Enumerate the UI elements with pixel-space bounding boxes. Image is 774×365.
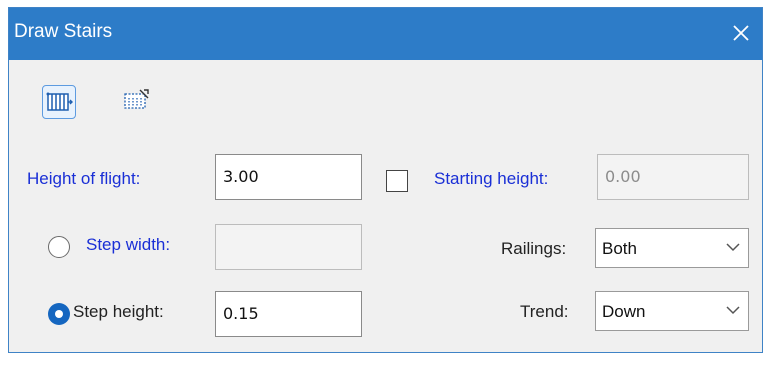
- starting-height-input[interactable]: 0.00: [597, 154, 749, 200]
- step-width-radio[interactable]: [48, 236, 70, 258]
- chevron-down-icon: [726, 243, 740, 252]
- starting-height-label: Starting height:: [434, 169, 549, 188]
- step-height-label: Step height:: [73, 302, 164, 321]
- stairs-from-points-tool-button[interactable]: [120, 85, 154, 119]
- window-title: Draw Stairs: [14, 21, 113, 42]
- stairs-from-points-icon: [124, 89, 149, 109]
- step-height-radio[interactable]: [48, 303, 70, 325]
- railings-select[interactable]: Both: [595, 228, 749, 268]
- step-width-input[interactable]: [215, 224, 362, 270]
- step-height-input[interactable]: 0.15: [215, 291, 362, 337]
- stairs-straight-icon: [46, 92, 73, 111]
- trend-value: Down: [602, 302, 646, 321]
- height-of-flight-input[interactable]: 3.00: [215, 154, 362, 200]
- height-of-flight-label: Height of flight:: [27, 169, 141, 188]
- draw-stairs-dialog: Draw Stairs Height of flight: 3.00 Start…: [8, 7, 763, 353]
- starting-height-checkbox[interactable]: [386, 170, 408, 192]
- trend-label: Trend:: [520, 302, 569, 321]
- title-bar: Draw Stairs: [9, 8, 762, 60]
- trend-select[interactable]: Down: [595, 291, 749, 331]
- step-width-label: Step width:: [86, 235, 171, 254]
- close-icon[interactable]: [726, 18, 756, 48]
- stairs-straight-tool-button[interactable]: [42, 85, 76, 119]
- chevron-down-icon: [726, 306, 740, 315]
- railings-value: Both: [602, 239, 637, 258]
- railings-label: Railings:: [501, 239, 567, 258]
